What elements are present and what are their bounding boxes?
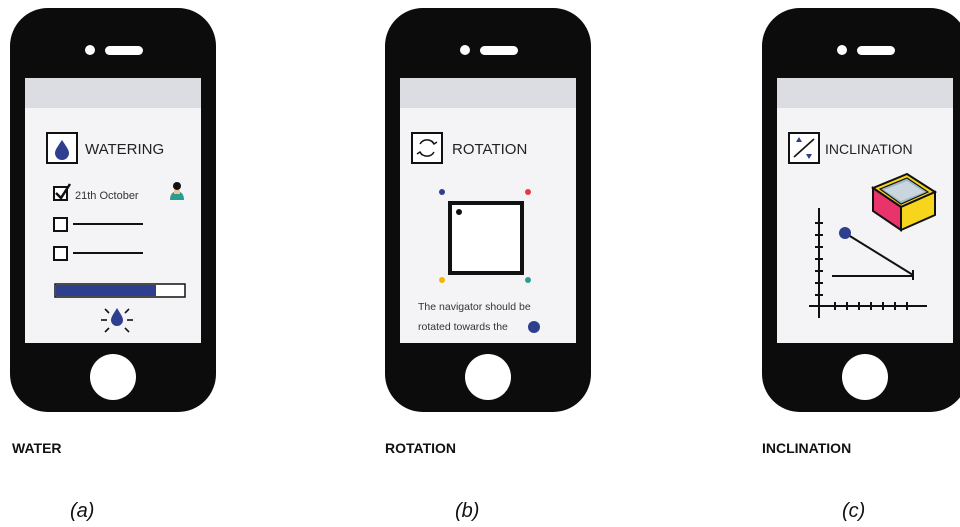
camera-dot (460, 45, 470, 55)
panel-caption: INCLINATION (762, 440, 852, 456)
home-button[interactable] (465, 354, 511, 400)
corner-dot-red (525, 189, 531, 195)
camera-dot (85, 45, 95, 55)
status-bar (777, 78, 953, 108)
camera-dot (837, 45, 847, 55)
checkbox-unchecked[interactable] (53, 217, 68, 232)
navigator-marker (456, 209, 462, 215)
screen-title: ROTATION (452, 141, 527, 158)
inclination-ball (839, 227, 851, 239)
instruction-line-2: rotated towards the (418, 321, 508, 333)
corner-dot-yellow (439, 277, 445, 283)
panel-sublabel: (a) (70, 500, 95, 522)
panel-inclination: INCLINATION INCLINATION (c) (752, 0, 960, 527)
screen-title: WATERING (85, 141, 164, 158)
water-progress-fill (56, 285, 156, 296)
panel-rotation: ROTATION The navigator should be rotated… (375, 0, 635, 527)
phone-water: WATERING 21th October (10, 8, 216, 412)
panel-water: WATERING 21th October WATER (a) (0, 0, 260, 527)
rotation-icon (411, 132, 443, 164)
rotation-screen: ROTATION The navigator should be rotated… (411, 132, 540, 333)
date-label: 21th October (75, 190, 139, 202)
status-bar (25, 78, 201, 108)
phone-inclination: INCLINATION (762, 8, 960, 412)
gardener-icon (170, 182, 184, 200)
panel-sublabel: (c) (842, 500, 866, 522)
water-drop-icon (46, 132, 78, 164)
inclination-screen: INCLINATION (788, 132, 938, 318)
corner-dot-blue (439, 189, 445, 195)
checkbox-checked[interactable] (53, 183, 72, 201)
screen-rotation: ROTATION The navigator should be rotated… (400, 78, 576, 343)
speaker-grille (857, 46, 895, 55)
checkbox-unchecked[interactable] (53, 246, 68, 261)
screen-inclination: INCLINATION (777, 78, 953, 343)
phone-rotation: ROTATION The navigator should be rotated… (385, 8, 591, 412)
instruction-line-1: The navigator should be (418, 301, 531, 313)
target-dot-icon (528, 321, 540, 333)
speaker-grille (105, 46, 143, 55)
inclination-icon (788, 132, 820, 164)
panel-sublabel: (b) (455, 500, 480, 522)
sun-drop-icon (101, 308, 133, 333)
screen-title: INCLINATION (825, 141, 913, 157)
speaker-grille (480, 46, 518, 55)
planter-box-icon (870, 172, 938, 232)
corner-dot-teal (525, 277, 531, 283)
screen-water: WATERING 21th October (25, 78, 201, 343)
home-button[interactable] (90, 354, 136, 400)
home-button[interactable] (842, 354, 888, 400)
panel-caption: ROTATION (385, 440, 457, 456)
panel-caption: WATER (12, 440, 62, 456)
watering-screen: WATERING 21th October (46, 132, 186, 333)
status-bar (400, 78, 576, 108)
